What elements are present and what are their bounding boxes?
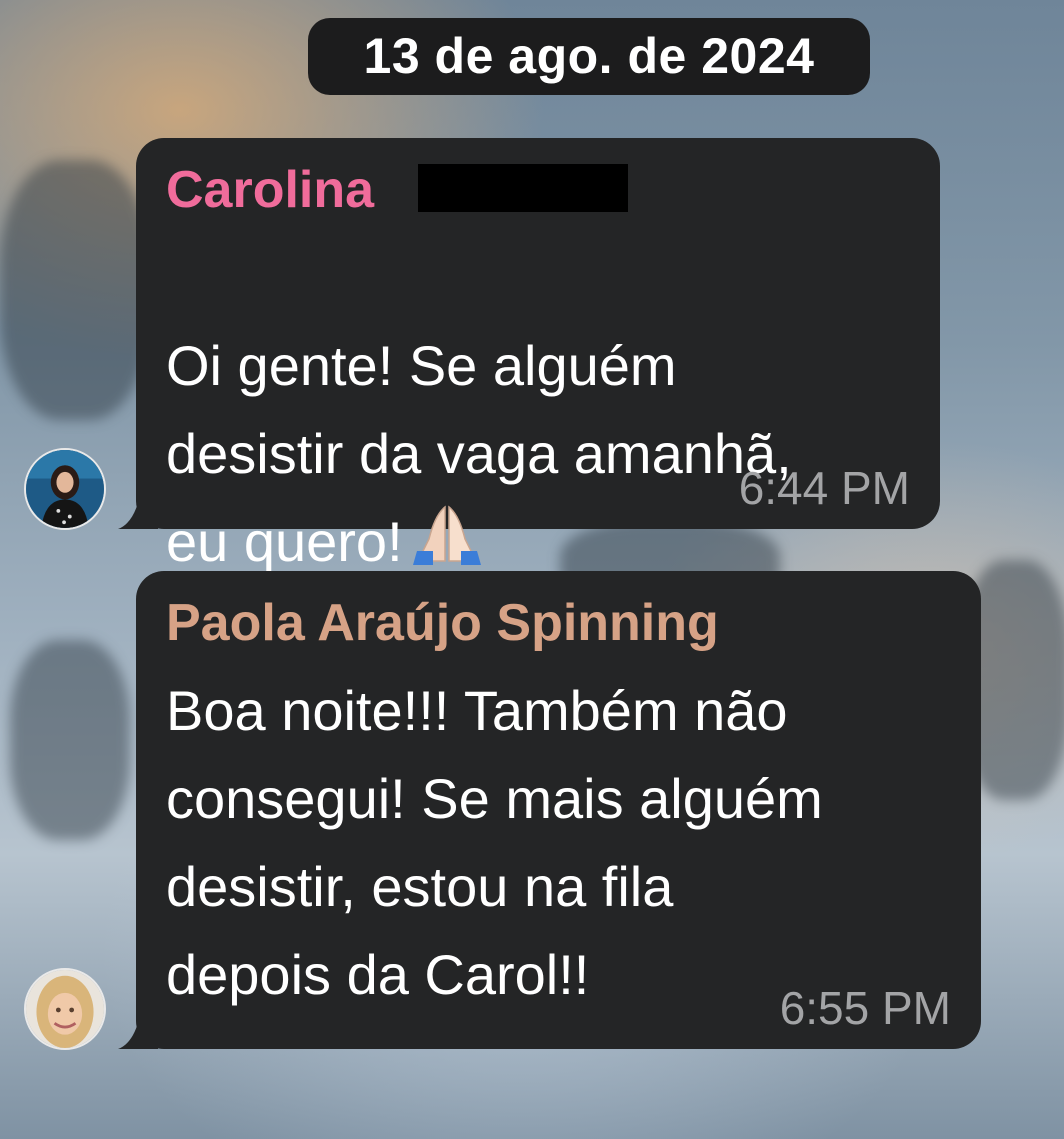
message-text: Oi gente! Se alguém desistir da vaga ama… <box>166 234 792 590</box>
sender-name[interactable]: Paola Araújo Spinning <box>166 593 719 653</box>
bubble-tail-icon <box>118 1015 158 1049</box>
message-bubble-2[interactable]: Paola Araújo Spinning Boa noite!!! També… <box>118 571 981 1049</box>
redacted-surname <box>418 164 628 212</box>
avatar-carolina[interactable] <box>24 448 106 530</box>
avatar-image <box>26 970 104 1048</box>
message-bubble-1[interactable]: Carolina Oi gente! Se alguém desistir da… <box>118 138 940 573</box>
message-timestamp: 6:44 PM <box>738 462 910 514</box>
message-timestamp: 6:55 PM <box>779 982 951 1034</box>
bubble-tail-icon <box>118 495 158 529</box>
date-separator: 13 de ago. de 2024 <box>308 18 870 95</box>
avatar-image <box>26 450 104 528</box>
message-text: Boa noite!!! Também não consegui! Se mai… <box>166 679 823 1006</box>
sender-name[interactable]: Carolina <box>166 160 374 220</box>
avatar-paola[interactable] <box>24 968 106 1050</box>
